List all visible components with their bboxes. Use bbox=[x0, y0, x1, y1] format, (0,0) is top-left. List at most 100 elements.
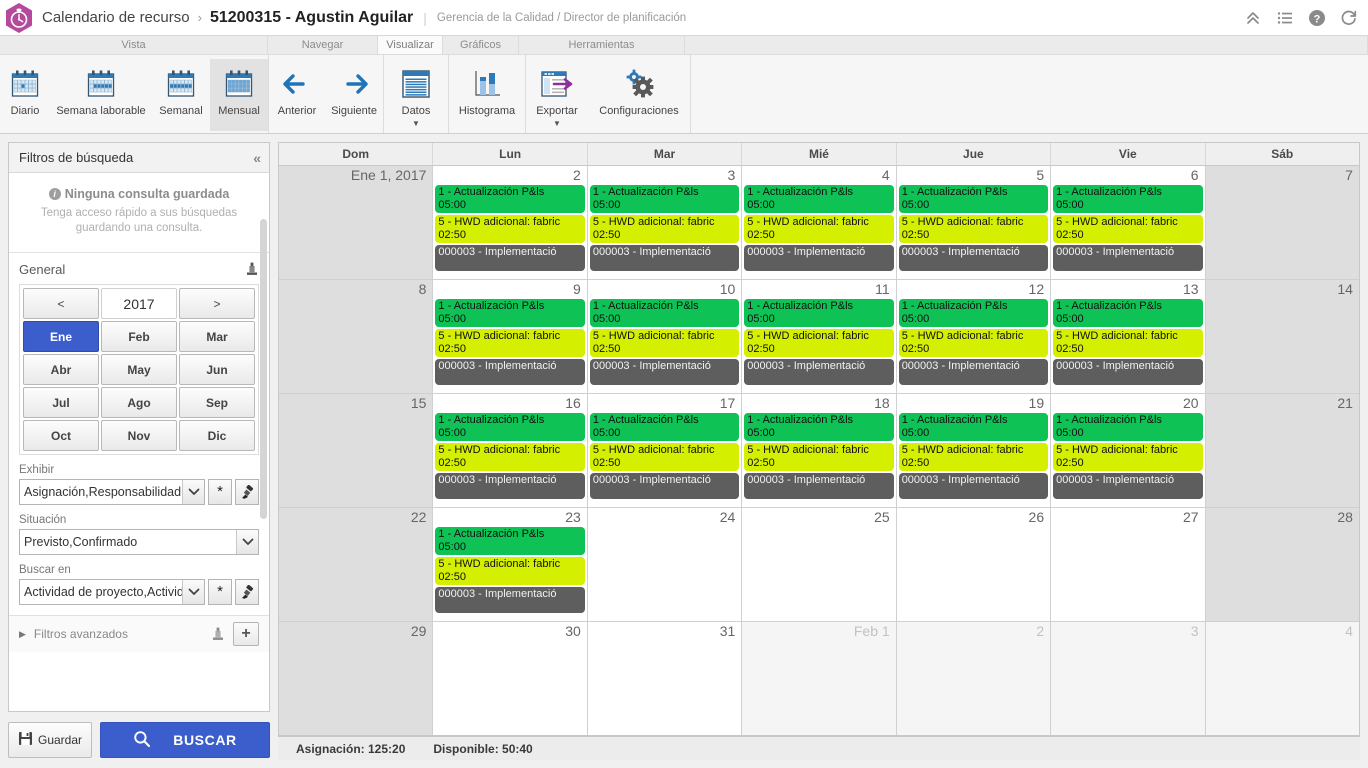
search-button[interactable]: BUSCAR bbox=[100, 722, 270, 758]
calendar-day-cell[interactable]: Feb 1 bbox=[742, 622, 896, 735]
ribbon-button-semana-laborable[interactable]: Semana laborable bbox=[50, 59, 152, 131]
breadcrumb-root[interactable]: Calendario de recurso bbox=[42, 9, 190, 26]
calendar-event-gray[interactable]: 000003 - Implementació bbox=[744, 245, 893, 271]
calendar-event-green[interactable]: 1 - Actualización P&ls05:00 bbox=[590, 299, 739, 327]
calendar-day-cell[interactable]: 3 bbox=[1051, 622, 1205, 735]
chevron-down-icon[interactable]: ▼ bbox=[553, 120, 561, 128]
calendar-day-cell[interactable]: 4 bbox=[1206, 622, 1359, 735]
month-button-ago[interactable]: Ago bbox=[101, 387, 177, 418]
month-button-sep[interactable]: Sep bbox=[179, 387, 255, 418]
calendar-event-lime[interactable]: 5 - HWD adicional: fabric02:50 bbox=[744, 329, 893, 357]
calendar-event-gray[interactable]: 000003 - Implementació bbox=[435, 359, 584, 385]
calendar-event-green[interactable]: 1 - Actualización P&ls05:00 bbox=[899, 299, 1048, 327]
calendar-event-green[interactable]: 1 - Actualización P&ls05:00 bbox=[435, 527, 584, 555]
calendar-event-lime[interactable]: 5 - HWD adicional: fabric02:50 bbox=[1053, 443, 1202, 471]
calendar-day-cell[interactable]: 41 - Actualización P&ls05:005 - HWD adic… bbox=[742, 166, 896, 279]
calendar-day-cell[interactable]: Ene 1, 2017 bbox=[279, 166, 433, 279]
calendar-event-lime[interactable]: 5 - HWD adicional: fabric02:50 bbox=[590, 443, 739, 471]
calendar-day-cell[interactable]: 14 bbox=[1206, 280, 1359, 393]
calendar-event-green[interactable]: 1 - Actualización P&ls05:00 bbox=[590, 413, 739, 441]
calendar-day-cell[interactable]: 15 bbox=[279, 394, 433, 507]
calendar-event-green[interactable]: 1 - Actualización P&ls05:00 bbox=[1053, 185, 1202, 213]
calendar-event-gray[interactable]: 000003 - Implementació bbox=[744, 473, 893, 499]
month-button-ene[interactable]: Ene bbox=[23, 321, 99, 352]
month-button-jun[interactable]: Jun bbox=[179, 354, 255, 385]
calendar-event-gray[interactable]: 000003 - Implementació bbox=[899, 359, 1048, 385]
calendar-day-cell[interactable]: 26 bbox=[897, 508, 1051, 621]
asterisk-button[interactable]: * bbox=[208, 579, 232, 605]
ribbon-button-histograma[interactable]: Histograma bbox=[449, 59, 525, 131]
calendar-day-cell[interactable]: 28 bbox=[1206, 508, 1359, 621]
ribbon-button-semanal[interactable]: Semanal bbox=[152, 59, 210, 131]
calendar-event-green[interactable]: 1 - Actualización P&ls05:00 bbox=[435, 413, 584, 441]
month-button-jul[interactable]: Jul bbox=[23, 387, 99, 418]
list-menu-icon[interactable] bbox=[1276, 9, 1294, 27]
calendar-event-gray[interactable]: 000003 - Implementació bbox=[590, 359, 739, 385]
ribbon-button-exportar[interactable]: Exportar▼ bbox=[526, 59, 588, 131]
collapse-up-icon[interactable] bbox=[1244, 9, 1262, 27]
refresh-icon[interactable] bbox=[1340, 9, 1358, 27]
calendar-day-cell[interactable]: 29 bbox=[279, 622, 433, 735]
calendar-day-cell[interactable]: 101 - Actualización P&ls05:005 - HWD adi… bbox=[588, 280, 742, 393]
calendar-event-gray[interactable]: 000003 - Implementació bbox=[744, 359, 893, 385]
ribbon-tab-vista[interactable]: Vista bbox=[0, 36, 268, 54]
ribbon-button-mensual[interactable]: Mensual bbox=[210, 59, 268, 131]
calendar-day-cell[interactable]: 181 - Actualización P&ls05:005 - HWD adi… bbox=[742, 394, 896, 507]
calendar-event-lime[interactable]: 5 - HWD adicional: fabric02:50 bbox=[590, 215, 739, 243]
calendar-day-cell[interactable]: 131 - Actualización P&ls05:005 - HWD adi… bbox=[1051, 280, 1205, 393]
triangle-right-icon[interactable]: ▶ bbox=[19, 629, 26, 640]
calendar-event-lime[interactable]: 5 - HWD adicional: fabric02:50 bbox=[744, 215, 893, 243]
calendar-event-gray[interactable]: 000003 - Implementació bbox=[899, 473, 1048, 499]
calendar-day-cell[interactable]: 30 bbox=[433, 622, 587, 735]
ribbon-button-configuraciones[interactable]: Configuraciones bbox=[588, 59, 690, 131]
calendar-day-cell[interactable]: 7 bbox=[1206, 166, 1359, 279]
calendar-event-lime[interactable]: 5 - HWD adicional: fabric02:50 bbox=[744, 443, 893, 471]
calendar-day-cell[interactable]: 161 - Actualización P&ls05:005 - HWD adi… bbox=[433, 394, 587, 507]
calendar-event-green[interactable]: 1 - Actualización P&ls05:00 bbox=[899, 413, 1048, 441]
chevron-down-icon[interactable] bbox=[236, 530, 258, 554]
month-button-may[interactable]: May bbox=[101, 354, 177, 385]
chevrons-left-icon[interactable]: « bbox=[253, 150, 259, 166]
help-icon[interactable]: ? bbox=[1308, 9, 1326, 27]
calendar-event-lime[interactable]: 5 - HWD adicional: fabric02:50 bbox=[899, 329, 1048, 357]
ribbon-button-siguiente[interactable]: Siguiente bbox=[325, 59, 383, 131]
chevron-down-icon[interactable] bbox=[182, 580, 204, 604]
brush-button[interactable] bbox=[235, 579, 259, 605]
calendar-event-gray[interactable]: 000003 - Implementació bbox=[1053, 473, 1202, 499]
calendar-event-gray[interactable]: 000003 - Implementació bbox=[1053, 359, 1202, 385]
sidebar-scrollbar[interactable] bbox=[260, 219, 267, 519]
calendar-day-cell[interactable]: 111 - Actualización P&ls05:005 - HWD adi… bbox=[742, 280, 896, 393]
ribbon-button-datos[interactable]: Datos▼ bbox=[384, 59, 448, 131]
calendar-event-gray[interactable]: 000003 - Implementació bbox=[590, 473, 739, 499]
next-year-button[interactable]: > bbox=[179, 288, 255, 319]
calendar-event-lime[interactable]: 5 - HWD adicional: fabric02:50 bbox=[435, 443, 584, 471]
calendar-day-cell[interactable]: 2 bbox=[897, 622, 1051, 735]
calendar-day-cell[interactable]: 191 - Actualización P&ls05:005 - HWD adi… bbox=[897, 394, 1051, 507]
situacion-select[interactable]: Previsto,Confirmado bbox=[19, 529, 259, 555]
ribbon-tab-navegar[interactable]: Navegar bbox=[268, 36, 378, 54]
calendar-event-lime[interactable]: 5 - HWD adicional: fabric02:50 bbox=[435, 557, 584, 585]
calendar-event-green[interactable]: 1 - Actualización P&ls05:00 bbox=[899, 185, 1048, 213]
calendar-event-gray[interactable]: 000003 - Implementació bbox=[435, 587, 584, 613]
prev-year-button[interactable]: < bbox=[23, 288, 99, 319]
calendar-day-cell[interactable]: 61 - Actualización P&ls05:005 - HWD adic… bbox=[1051, 166, 1205, 279]
calendar-day-cell[interactable]: 121 - Actualización P&ls05:005 - HWD adi… bbox=[897, 280, 1051, 393]
calendar-event-gray[interactable]: 000003 - Implementació bbox=[435, 473, 584, 499]
calendar-event-lime[interactable]: 5 - HWD adicional: fabric02:50 bbox=[590, 329, 739, 357]
month-button-feb[interactable]: Feb bbox=[101, 321, 177, 352]
calendar-event-lime[interactable]: 5 - HWD adicional: fabric02:50 bbox=[1053, 329, 1202, 357]
chevron-down-icon[interactable] bbox=[182, 480, 204, 504]
calendar-day-cell[interactable]: 201 - Actualización P&ls05:005 - HWD adi… bbox=[1051, 394, 1205, 507]
calendar-event-lime[interactable]: 5 - HWD adicional: fabric02:50 bbox=[1053, 215, 1202, 243]
advanced-filters-row[interactable]: ▶ Filtros avanzados + bbox=[9, 615, 269, 652]
chevron-down-icon[interactable]: ▼ bbox=[412, 120, 420, 128]
calendar-day-cell[interactable]: 27 bbox=[1051, 508, 1205, 621]
calendar-event-lime[interactable]: 5 - HWD adicional: fabric02:50 bbox=[435, 329, 584, 357]
ribbon-button-diario[interactable]: Diario bbox=[0, 59, 50, 131]
calendar-event-green[interactable]: 1 - Actualización P&ls05:00 bbox=[744, 413, 893, 441]
calendar-event-green[interactable]: 1 - Actualización P&ls05:00 bbox=[1053, 299, 1202, 327]
calendar-day-cell[interactable]: 91 - Actualización P&ls05:005 - HWD adic… bbox=[433, 280, 587, 393]
month-button-mar[interactable]: Mar bbox=[179, 321, 255, 352]
month-button-dic[interactable]: Dic bbox=[179, 420, 255, 451]
calendar-event-green[interactable]: 1 - Actualización P&ls05:00 bbox=[590, 185, 739, 213]
